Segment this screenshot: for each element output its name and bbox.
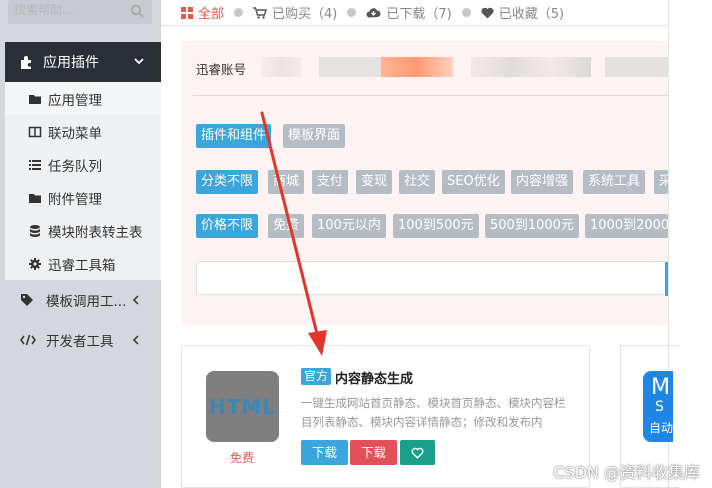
watermark: CSDN @资料收集库 xyxy=(553,463,700,482)
annotation-arrow xyxy=(260,111,327,356)
app-root: 应用插件 应用管理 联动菜单 任务队列 附件管理 xyxy=(0,0,712,488)
